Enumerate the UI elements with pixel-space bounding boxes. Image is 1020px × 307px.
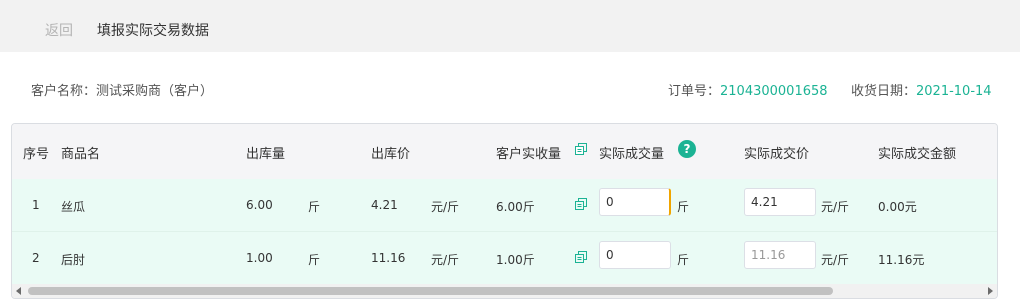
customer-value: 测试采购商（客户） [96, 84, 214, 99]
delivery-date: 2021-10-14 [916, 84, 992, 99]
col-received-qty: 客户实收量 [496, 147, 562, 162]
scrollbar-thumb[interactable] [28, 287, 833, 295]
col-index: 序号 [23, 147, 50, 162]
out-price: 11.16 [371, 251, 406, 265]
top-bar: 返回 填报实际交易数据 [0, 0, 1020, 52]
received-qty: 1.00斤 [496, 253, 535, 267]
out-price-unit: 元/斤 [431, 200, 460, 214]
table-row: 2 后肘 1.00 斤 11.16 元/斤 1.00斤 斤 元/斤 11.16元 [12, 231, 997, 284]
actual-price-unit: 元/斤 [821, 200, 850, 214]
actual-qty-unit: 斤 [677, 253, 690, 267]
out-qty-unit: 斤 [308, 200, 321, 214]
out-price-unit: 元/斤 [431, 253, 460, 267]
out-qty: 6.00 [246, 198, 273, 212]
back-link[interactable]: 返回 [45, 20, 73, 40]
customer-label: 客户名称： [31, 84, 97, 99]
out-price: 4.21 [371, 198, 398, 212]
scroll-right-icon[interactable] [988, 287, 993, 295]
actual-amount: 0.00元 [878, 200, 917, 214]
received-qty: 6.00斤 [496, 200, 535, 214]
transaction-table: 序号 商品名 出库量 出库价 客户实收量 实际成交量 ? 实际成交价 实际成交金… [11, 123, 998, 299]
scroll-left-icon[interactable] [16, 287, 21, 295]
table-row: 1 丝瓜 6.00 斤 4.21 元/斤 6.00斤 斤 元/斤 0.00元 [12, 179, 997, 231]
col-out-qty: 出库量 [246, 147, 286, 162]
col-actual-price: 实际成交价 [744, 147, 810, 162]
col-actual-qty: 实际成交量 [599, 147, 665, 162]
help-icon[interactable]: ? [678, 140, 696, 158]
order-label: 订单号： [668, 84, 721, 99]
horizontal-scrollbar[interactable] [12, 284, 997, 298]
col-out-price: 出库价 [371, 147, 411, 162]
copy-icon[interactable] [575, 198, 587, 210]
copy-icon[interactable] [575, 143, 587, 155]
actual-qty-unit: 斤 [677, 200, 690, 214]
actual-amount: 11.16元 [878, 253, 925, 267]
actual-qty-input[interactable] [599, 188, 671, 216]
actual-price-unit: 元/斤 [821, 253, 850, 267]
date-label: 收货日期： [851, 84, 917, 99]
order-number: 2104300001658 [720, 84, 828, 99]
row-index: 2 [32, 251, 40, 265]
product-name: 丝瓜 [61, 200, 86, 214]
page-title: 填报实际交易数据 [97, 23, 209, 39]
actual-price-input[interactable] [744, 188, 816, 216]
row-index: 1 [32, 198, 40, 212]
delivery-date-info: 收货日期：2021-10-14 [851, 80, 992, 99]
actual-price-input[interactable] [744, 241, 816, 269]
order-info: 订单号：2104300001658 [668, 80, 828, 99]
table-header: 序号 商品名 出库量 出库价 客户实收量 实际成交量 ? 实际成交价 实际成交金… [12, 124, 997, 179]
out-qty: 1.00 [246, 251, 273, 265]
customer-info: 客户名称：测试采购商（客户） [31, 80, 213, 99]
col-product-name: 商品名 [61, 147, 101, 162]
col-actual-amount: 实际成交金额 [878, 147, 957, 162]
product-name: 后肘 [61, 253, 86, 267]
copy-icon[interactable] [575, 251, 587, 263]
out-qty-unit: 斤 [308, 253, 321, 267]
actual-qty-input[interactable] [599, 241, 671, 269]
